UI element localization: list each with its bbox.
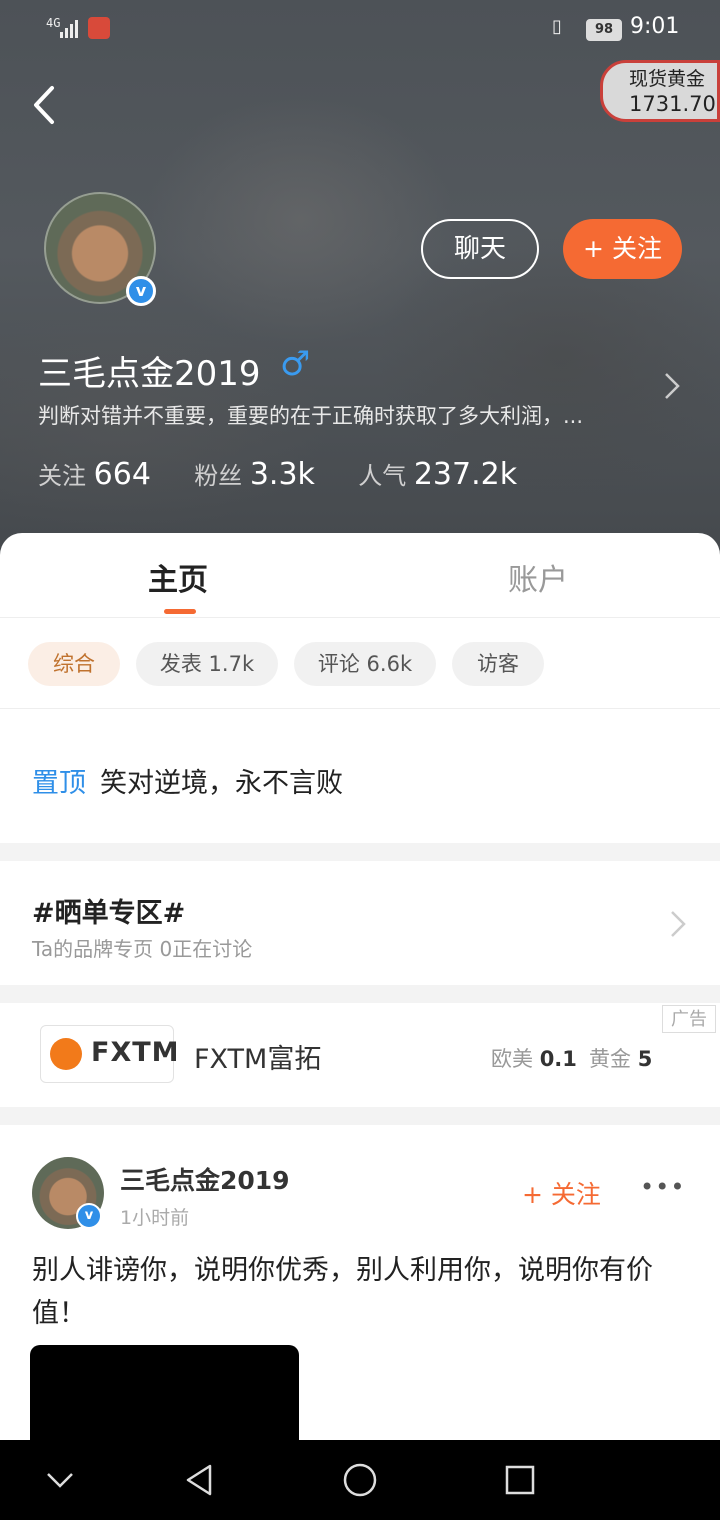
ad-broker-name: FXTM富拓 xyxy=(194,1044,322,1075)
fans-count[interactable]: 3.3k xyxy=(250,457,315,492)
ad-banner[interactable]: FXTM FXTM富拓 欧美 0.1 黄金 5 广告 xyxy=(0,1003,720,1125)
ticker-name: 现货黄金 xyxy=(629,68,706,90)
ad-spread-eu: 欧美 0.1 xyxy=(491,1043,577,1073)
pinned-post[interactable]: 置顶 笑对逆境，永不言败 xyxy=(0,709,720,861)
home-circle-icon[interactable] xyxy=(342,1462,378,1498)
topic-section[interactable]: #晒单专区# Ta的品牌专页 0正在讨论 xyxy=(0,861,720,1003)
signal-icon xyxy=(60,20,78,38)
verified-badge-icon: v xyxy=(76,1203,102,1229)
popularity-label: 人气 xyxy=(358,462,407,490)
verified-badge-icon: v xyxy=(126,276,156,306)
post-image[interactable] xyxy=(30,1345,299,1440)
filter-chip-visitors[interactable]: 访客 xyxy=(452,642,544,686)
topic-title: #晒单专区# xyxy=(32,898,186,929)
filter-chips: 综合 发表 1.7k 评论 6.6k 访客 xyxy=(0,618,720,709)
feed-post[interactable]: v 三毛点金2019 1小时前 + 关注 ••• 别人诽谤你，说明你优秀，别人利… xyxy=(0,1125,720,1440)
chat-button[interactable]: 聊天 xyxy=(421,219,539,279)
profile-header: 4G ▯ 98 9:01 现货黄金 1731.70 v 聊天 + 关注 三毛点金… xyxy=(0,0,720,560)
profile-stats: 关注 664 粉丝 3.3k 人气 237.2k xyxy=(38,456,517,492)
ad-eu-label: 欧美 xyxy=(491,1047,533,1071)
ad-gold-value: 5 xyxy=(637,1047,653,1071)
filter-chip-posts[interactable]: 发表 1.7k xyxy=(136,642,278,686)
status-bar: 4G ▯ 98 9:01 xyxy=(0,0,720,56)
app-notification-icon xyxy=(88,17,110,39)
fans-label[interactable]: 粉丝 xyxy=(194,462,242,490)
filter-chip-comments[interactable]: 评论 6.6k xyxy=(294,642,436,686)
chevron-down-icon[interactable] xyxy=(42,1462,78,1498)
back-triangle-icon[interactable] xyxy=(182,1462,218,1498)
topic-subtitle: Ta的品牌专页 0正在讨论 xyxy=(32,937,253,961)
clock: 9:01 xyxy=(630,14,680,39)
recents-square-icon[interactable] xyxy=(502,1462,538,1498)
pinned-tag: 置顶 xyxy=(32,768,86,799)
post-author[interactable]: 三毛点金2019 xyxy=(120,1161,290,1197)
ad-spread-gold: 黄金 5 xyxy=(589,1043,652,1073)
popularity-count: 237.2k xyxy=(413,457,518,492)
tab-account[interactable]: 账户 xyxy=(508,555,568,599)
network-type: 4G xyxy=(46,16,61,30)
ad-gold-label: 黄金 xyxy=(589,1047,631,1071)
pinned-text: 笑对逆境，永不言败 xyxy=(100,768,343,799)
ticker-price: 1731.70 xyxy=(629,92,716,116)
system-nav-bar xyxy=(0,1440,720,1520)
profile-tabs: 主页 账户 xyxy=(0,533,720,618)
tab-home[interactable]: 主页 xyxy=(148,555,208,599)
more-options-icon[interactable]: ••• xyxy=(640,1173,685,1201)
fxtm-logo-text: FXTM xyxy=(91,1037,180,1068)
back-icon[interactable] xyxy=(22,80,72,130)
post-time: 1小时前 xyxy=(120,1207,190,1229)
fxtm-logo: FXTM xyxy=(40,1025,179,1083)
post-follow-button[interactable]: + 关注 xyxy=(522,1175,601,1211)
filter-chip-all[interactable]: 综合 xyxy=(28,642,120,686)
profile-username: 三毛点金2019 xyxy=(38,354,261,394)
male-gender-icon: ♂ xyxy=(280,344,311,384)
profile-bio[interactable]: 判断对错并不重要，重要的在于正确时获取了多大利润，... xyxy=(38,400,638,430)
post-text: 别人诽谤你，说明你优秀，别人利用你，说明你有价值！ xyxy=(32,1255,653,1329)
ad-eu-value: 0.1 xyxy=(539,1047,577,1071)
chevron-right-icon[interactable] xyxy=(660,370,684,402)
ad-badge: 广告 xyxy=(662,1005,716,1033)
following-label[interactable]: 关注 xyxy=(38,462,86,490)
battery-icon: 98 xyxy=(586,19,622,41)
follow-button[interactable]: + 关注 xyxy=(563,219,682,279)
gold-price-ticker[interactable]: 现货黄金 1731.70 xyxy=(600,60,720,122)
fxtm-logo-mark-icon xyxy=(50,1038,82,1070)
vibrate-icon: ▯ xyxy=(552,16,562,37)
profile-content: 主页 账户 综合 发表 1.7k 评论 6.6k 访客 置顶 笑对逆境，永不言败… xyxy=(0,533,720,1440)
active-tab-indicator xyxy=(164,609,196,614)
chevron-right-icon xyxy=(671,911,686,937)
following-count[interactable]: 664 xyxy=(94,457,151,492)
